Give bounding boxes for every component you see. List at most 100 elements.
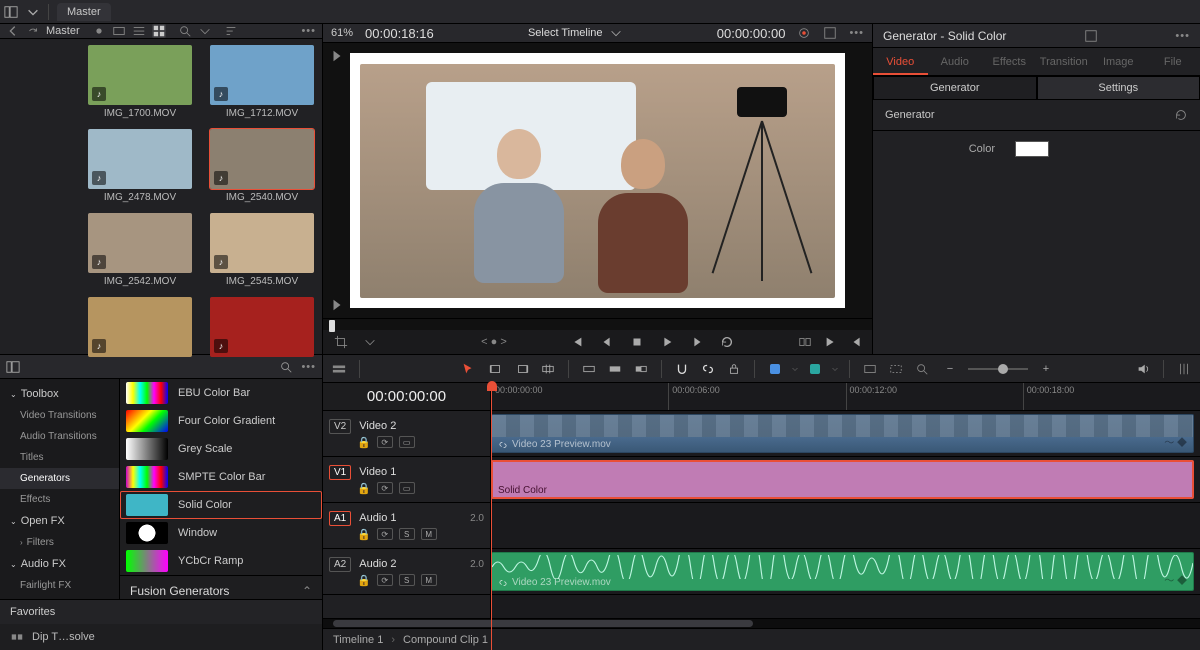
layout-icon[interactable] [6, 360, 20, 374]
zoom-in-icon[interactable]: + [1036, 359, 1056, 379]
fx-tree-node[interactable]: Fairlight FX [0, 575, 119, 596]
more-icon[interactable]: ••• [1175, 30, 1190, 42]
step-back-icon[interactable] [600, 335, 614, 349]
track-header[interactable]: A1 Audio 1 2.0 🔒 ⟳ SM [323, 503, 490, 549]
zoom-range-icon[interactable] [912, 359, 932, 379]
mute-button[interactable]: M [421, 528, 437, 540]
more-icon[interactable]: ••• [849, 27, 864, 39]
media-clip[interactable]: ♪IMG_2542.MOV [84, 213, 196, 287]
track-toggle-icon[interactable]: ⟳ [377, 528, 393, 540]
more-icon[interactable]: ••• [301, 361, 316, 373]
inspector-tab-image[interactable]: Image [1091, 48, 1146, 75]
media-clip[interactable]: ♪IMG_1712.MOV [206, 45, 318, 119]
thumb-view-icon[interactable] [152, 24, 166, 38]
step-fwd-icon[interactable] [690, 335, 704, 349]
mute-button[interactable]: M [421, 574, 437, 586]
chevron-down-icon[interactable] [363, 335, 377, 349]
crumb[interactable]: Compound Clip 1 [403, 634, 488, 646]
layout-icon[interactable] [0, 1, 22, 23]
flag-icon[interactable] [765, 359, 785, 379]
auto-select-icon[interactable]: ▭ [399, 436, 415, 448]
media-clip[interactable]: ♪IMG_1700.MOV [84, 45, 196, 119]
track-toggle-icon[interactable]: ⟳ [377, 436, 393, 448]
lock-icon[interactable]: 🔒 [357, 574, 371, 587]
link-icon[interactable] [698, 359, 718, 379]
fx-tree-node[interactable]: ⌄ Toolbox [0, 383, 119, 405]
trim-start-icon[interactable] [486, 359, 506, 379]
mixer-icon[interactable] [1174, 359, 1194, 379]
color-swatch[interactable] [1015, 141, 1049, 157]
sort-icon[interactable] [224, 24, 238, 38]
track-toggle-icon[interactable]: ⟳ [377, 574, 393, 586]
media-clip[interactable]: ♪IMG_2540.MOV [206, 129, 318, 203]
favorite-item[interactable]: Dip T…solve [0, 624, 322, 650]
chevron-down-icon[interactable] [609, 26, 623, 40]
chevron-down-icon[interactable] [791, 365, 799, 373]
go-start-icon[interactable] [570, 335, 584, 349]
blade-tool-icon[interactable] [538, 359, 558, 379]
selection-tool-icon[interactable] [458, 359, 478, 379]
range-b-icon[interactable] [886, 359, 906, 379]
expand-icon[interactable] [823, 26, 837, 40]
fx-item[interactable]: Window [120, 519, 322, 547]
fx-tree-node[interactable]: Effects [0, 489, 119, 510]
match-frame-icon[interactable] [798, 335, 812, 349]
fx-tree-node[interactable]: › Filters [0, 532, 119, 553]
lock-icon[interactable]: 🔒 [357, 482, 371, 495]
range-a-icon[interactable] [860, 359, 880, 379]
timeline-view-icon[interactable] [329, 359, 349, 379]
snap-icon[interactable] [672, 359, 692, 379]
more-icon[interactable]: ••• [301, 25, 316, 37]
fx-item[interactable]: Solid Color [120, 491, 322, 519]
crumb[interactable]: Timeline 1 [333, 634, 383, 646]
media-clip[interactable]: ♪IMG_2545.MOV [206, 213, 318, 287]
volume-icon[interactable] [1133, 359, 1153, 379]
list-view-icon[interactable] [132, 24, 146, 38]
clip-a2[interactable]: Video 23 Preview.mov 〜 ◆ [491, 552, 1194, 591]
track-header[interactable]: V2 Video 2 🔒 ⟳ ▭ [323, 411, 490, 457]
media-clip[interactable]: ♪IMG_2478.MOV [84, 129, 196, 203]
viewer-zoom[interactable]: 61% [331, 27, 353, 39]
viewer-scrub-bar[interactable] [323, 318, 872, 329]
timeline-timecode[interactable]: 00:00:00:00 [323, 383, 491, 410]
mark-io-icon[interactable]: < ● > [481, 336, 507, 348]
go-end-icon[interactable] [824, 335, 838, 349]
track-toggle-icon[interactable]: ⟳ [377, 482, 393, 494]
expand-icon[interactable] [1084, 29, 1098, 43]
replace-icon[interactable] [631, 359, 651, 379]
trim-end-icon[interactable] [512, 359, 532, 379]
lock-icon[interactable] [724, 359, 744, 379]
chevron-down-icon[interactable] [198, 24, 212, 38]
mark-out-icon[interactable] [330, 298, 344, 312]
master-tab[interactable]: Master [57, 3, 111, 21]
search-icon[interactable] [178, 24, 192, 38]
search-icon[interactable] [279, 360, 293, 374]
inspector-tab-transition[interactable]: Transition [1037, 48, 1092, 75]
record-dot-icon[interactable] [92, 24, 106, 38]
loop-icon[interactable] [720, 335, 734, 349]
solo-button[interactable]: S [399, 528, 415, 540]
viewer-title[interactable]: Select Timeline [528, 27, 603, 39]
fx-item[interactable]: EBU Color Bar [120, 379, 322, 407]
reset-icon[interactable] [1174, 108, 1188, 122]
zoom-slider[interactable] [968, 368, 1028, 370]
inspector-subtab-settings[interactable]: Settings [1037, 76, 1200, 100]
inspector-tab-audio[interactable]: Audio [928, 48, 983, 75]
rewind-icon[interactable] [26, 24, 40, 38]
track-header[interactable]: V1 Video 1 🔒 ⟳ ▭ [323, 457, 490, 503]
track-tag[interactable]: V2 [329, 419, 351, 434]
fx-tree-node[interactable]: ⌄ Audio FX [0, 553, 119, 575]
inspector-tab-file[interactable]: File [1146, 48, 1200, 75]
play-icon[interactable] [660, 335, 674, 349]
inspector-tab-video[interactable]: Video [873, 48, 928, 75]
timeline-hscrollbar[interactable] [323, 618, 1200, 628]
auto-select-icon[interactable]: ▭ [399, 482, 415, 494]
chevron-down-icon[interactable] [831, 365, 839, 373]
fx-item[interactable]: Four Color Gradient [120, 407, 322, 435]
lock-icon[interactable]: 🔒 [357, 528, 371, 541]
stop-icon[interactable] [630, 335, 644, 349]
track-lanes[interactable]: Video 23 Preview.mov 〜 ◆ Solid Color [491, 411, 1200, 618]
timeline-ruler[interactable]: 00:00:00:0000:00:06:0000:00:12:0000:00:1… [491, 383, 1200, 410]
track-header[interactable]: A2 Audio 2 2.0 🔒 ⟳ SM [323, 549, 490, 595]
fx-tree-node[interactable]: ⌄ Open FX [0, 510, 119, 532]
